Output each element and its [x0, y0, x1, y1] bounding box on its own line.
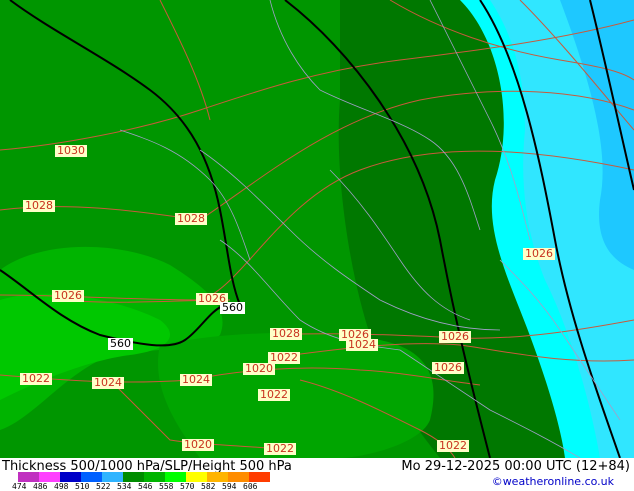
color-scale-swatch [39, 472, 60, 482]
slp-label: 1024 [92, 376, 124, 389]
height-label: 560 [108, 337, 133, 350]
color-scale-swatch [165, 472, 186, 482]
map-footer: Thickness 500/1000 hPa/SLP/Height 500 hP… [0, 458, 634, 491]
slp-label: 1030 [55, 144, 87, 157]
color-scale-swatch [123, 472, 144, 482]
slp-label: 1022 [20, 372, 52, 385]
slp-label: 1024 [180, 373, 212, 386]
color-scale-swatch [249, 472, 270, 482]
slp-label: 1026 [52, 289, 84, 302]
map-canvas [0, 0, 634, 458]
slp-label: 1022 [258, 388, 290, 401]
slp-label: 1020 [243, 362, 275, 375]
color-scale-swatch [144, 472, 165, 482]
height-label: 560 [220, 301, 245, 314]
credit-link[interactable]: ©weatheronline.co.uk [492, 475, 614, 488]
slp-label: 1020 [182, 438, 214, 451]
slp-label: 1026 [523, 247, 555, 260]
slp-label: 1026 [432, 361, 464, 374]
color-scale-swatch [18, 472, 39, 482]
slp-label: 1028 [270, 327, 302, 340]
map-datetime: Mo 29-12-2025 00:00 UTC (12+84) [401, 459, 630, 474]
slp-label: 1028 [175, 212, 207, 225]
color-scale-swatch [186, 472, 207, 482]
slp-label: 1028 [23, 199, 55, 212]
slp-label: 1024 [346, 338, 378, 351]
weather-map: 1030 1028 1028 1026 1026 1028 1026 1026 … [0, 0, 634, 458]
color-scale-swatch [228, 472, 249, 482]
slp-label: 1022 [437, 439, 469, 452]
color-scale-swatch [60, 472, 81, 482]
color-scale-swatch [207, 472, 228, 482]
slp-label: 1022 [264, 442, 296, 455]
color-scale-swatch [102, 472, 123, 482]
color-scale [18, 472, 270, 482]
slp-label: 1026 [439, 330, 471, 343]
color-scale-swatch [81, 472, 102, 482]
